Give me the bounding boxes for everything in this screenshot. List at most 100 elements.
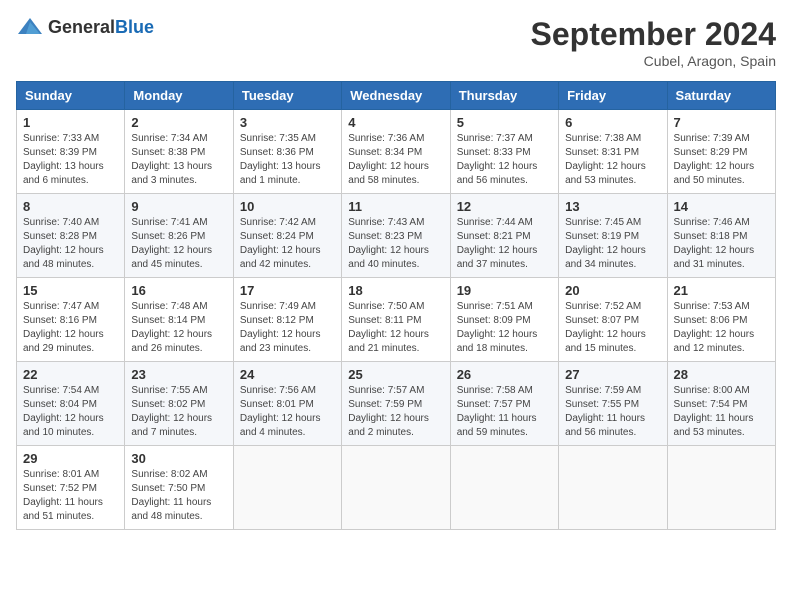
day-number: 27 bbox=[565, 367, 660, 382]
calendar-week-4: 22 Sunrise: 7:54 AM Sunset: 8:04 PM Dayli… bbox=[17, 362, 776, 446]
day-info: Sunrise: 7:55 AM Sunset: 8:02 PM Dayligh… bbox=[131, 384, 226, 440]
day-number: 8 bbox=[23, 199, 118, 214]
day-number: 21 bbox=[674, 283, 769, 298]
col-friday: Friday bbox=[559, 82, 667, 110]
col-thursday: Thursday bbox=[450, 82, 558, 110]
day-number: 28 bbox=[674, 367, 769, 382]
day-number: 25 bbox=[348, 367, 443, 382]
day-info: Sunrise: 7:33 AM Sunset: 8:39 PM Dayligh… bbox=[23, 132, 118, 188]
month-title: September 2024 bbox=[531, 16, 776, 53]
col-monday: Monday bbox=[125, 82, 233, 110]
day-info: Sunrise: 7:45 AM Sunset: 8:19 PM Dayligh… bbox=[565, 216, 660, 272]
calendar-week-3: 15 Sunrise: 7:47 AM Sunset: 8:16 PM Dayli… bbox=[17, 278, 776, 362]
day-info: Sunrise: 7:58 AM Sunset: 7:57 PM Dayligh… bbox=[457, 384, 552, 440]
day-info: Sunrise: 7:41 AM Sunset: 8:26 PM Dayligh… bbox=[131, 216, 226, 272]
col-sunday: Sunday bbox=[17, 82, 125, 110]
day-number: 11 bbox=[348, 199, 443, 214]
day-info: Sunrise: 8:01 AM Sunset: 7:52 PM Dayligh… bbox=[23, 468, 118, 524]
table-row: 9 Sunrise: 7:41 AM Sunset: 8:26 PM Daylig… bbox=[125, 194, 233, 278]
day-info: Sunrise: 7:43 AM Sunset: 8:23 PM Dayligh… bbox=[348, 216, 443, 272]
day-number: 23 bbox=[131, 367, 226, 382]
calendar-week-5: 29 Sunrise: 8:01 AM Sunset: 7:52 PM Dayli… bbox=[17, 446, 776, 530]
day-number: 14 bbox=[674, 199, 769, 214]
table-row: 13 Sunrise: 7:45 AM Sunset: 8:19 PM Dayli… bbox=[559, 194, 667, 278]
day-number: 19 bbox=[457, 283, 552, 298]
logo: GeneralBlue bbox=[16, 16, 154, 38]
day-info: Sunrise: 7:36 AM Sunset: 8:34 PM Dayligh… bbox=[348, 132, 443, 188]
day-number: 30 bbox=[131, 451, 226, 466]
table-row: 4 Sunrise: 7:36 AM Sunset: 8:34 PM Daylig… bbox=[342, 110, 450, 194]
table-row: 17Sunrise: 7:49 AM Sunset: 8:12 PM Dayli… bbox=[233, 278, 341, 362]
table-row bbox=[667, 446, 775, 530]
day-number: 4 bbox=[348, 115, 443, 130]
day-number: 29 bbox=[23, 451, 118, 466]
day-number: 2 bbox=[131, 115, 226, 130]
table-row: 8Sunrise: 7:40 AM Sunset: 8:28 PM Daylig… bbox=[17, 194, 125, 278]
logo-icon bbox=[16, 16, 44, 38]
day-info: Sunrise: 7:54 AM Sunset: 8:04 PM Dayligh… bbox=[23, 384, 118, 440]
table-row: 5 Sunrise: 7:37 AM Sunset: 8:33 PM Daylig… bbox=[450, 110, 558, 194]
table-row: 19 Sunrise: 7:51 AM Sunset: 8:09 PM Dayli… bbox=[450, 278, 558, 362]
table-row: 15 Sunrise: 7:47 AM Sunset: 8:16 PM Dayli… bbox=[17, 278, 125, 362]
table-row: 18 Sunrise: 7:50 AM Sunset: 8:11 PM Dayli… bbox=[342, 278, 450, 362]
title-area: September 2024 Cubel, Aragon, Spain bbox=[531, 16, 776, 69]
day-number: 10 bbox=[240, 199, 335, 214]
day-number: 16 bbox=[131, 283, 226, 298]
table-row: 1Sunrise: 7:33 AM Sunset: 8:39 PM Daylig… bbox=[17, 110, 125, 194]
logo-text: GeneralBlue bbox=[48, 17, 154, 38]
day-number: 22 bbox=[23, 367, 118, 382]
day-info: Sunrise: 7:46 AM Sunset: 8:18 PM Dayligh… bbox=[674, 216, 769, 272]
day-info: Sunrise: 7:56 AM Sunset: 8:01 PM Dayligh… bbox=[240, 384, 335, 440]
table-row: 2 Sunrise: 7:34 AM Sunset: 8:38 PM Daylig… bbox=[125, 110, 233, 194]
day-info: Sunrise: 7:52 AM Sunset: 8:07 PM Dayligh… bbox=[565, 300, 660, 356]
col-saturday: Saturday bbox=[667, 82, 775, 110]
table-row: 29 Sunrise: 8:01 AM Sunset: 7:52 PM Dayli… bbox=[17, 446, 125, 530]
day-info: Sunrise: 7:34 AM Sunset: 8:38 PM Dayligh… bbox=[131, 132, 226, 188]
day-number: 18 bbox=[348, 283, 443, 298]
day-number: 5 bbox=[457, 115, 552, 130]
table-row: 27 Sunrise: 7:59 AM Sunset: 7:55 PM Dayli… bbox=[559, 362, 667, 446]
day-number: 7 bbox=[674, 115, 769, 130]
day-info: Sunrise: 8:00 AM Sunset: 7:54 PM Dayligh… bbox=[674, 384, 769, 440]
day-number: 15 bbox=[23, 283, 118, 298]
day-info: Sunrise: 7:35 AM Sunset: 8:36 PM Dayligh… bbox=[240, 132, 335, 188]
day-number: 13 bbox=[565, 199, 660, 214]
calendar-table: Sunday Monday Tuesday Wednesday Thursday… bbox=[16, 81, 776, 530]
table-row bbox=[450, 446, 558, 530]
day-info: Sunrise: 7:59 AM Sunset: 7:55 PM Dayligh… bbox=[565, 384, 660, 440]
day-info: Sunrise: 7:38 AM Sunset: 8:31 PM Dayligh… bbox=[565, 132, 660, 188]
page-header: GeneralBlue September 2024 Cubel, Aragon… bbox=[16, 16, 776, 69]
day-number: 3 bbox=[240, 115, 335, 130]
day-info: Sunrise: 7:39 AM Sunset: 8:29 PM Dayligh… bbox=[674, 132, 769, 188]
day-number: 9 bbox=[131, 199, 226, 214]
col-tuesday: Tuesday bbox=[233, 82, 341, 110]
table-row: 22 Sunrise: 7:54 AM Sunset: 8:04 PM Dayli… bbox=[17, 362, 125, 446]
table-row: 14 Sunrise: 7:46 AM Sunset: 8:18 PM Dayli… bbox=[667, 194, 775, 278]
table-row: 6 Sunrise: 7:38 AM Sunset: 8:31 PM Daylig… bbox=[559, 110, 667, 194]
day-number: 20 bbox=[565, 283, 660, 298]
day-info: Sunrise: 7:44 AM Sunset: 8:21 PM Dayligh… bbox=[457, 216, 552, 272]
col-wednesday: Wednesday bbox=[342, 82, 450, 110]
day-info: Sunrise: 7:57 AM Sunset: 7:59 PM Dayligh… bbox=[348, 384, 443, 440]
table-row bbox=[342, 446, 450, 530]
day-info: Sunrise: 7:42 AM Sunset: 8:24 PM Dayligh… bbox=[240, 216, 335, 272]
day-info: Sunrise: 7:47 AM Sunset: 8:16 PM Dayligh… bbox=[23, 300, 118, 356]
table-row: 12 Sunrise: 7:44 AM Sunset: 8:21 PM Dayli… bbox=[450, 194, 558, 278]
day-number: 24 bbox=[240, 367, 335, 382]
day-info: Sunrise: 8:02 AM Sunset: 7:50 PM Dayligh… bbox=[131, 468, 226, 524]
logo-general: General bbox=[48, 17, 115, 37]
day-info: Sunrise: 7:48 AM Sunset: 8:14 PM Dayligh… bbox=[131, 300, 226, 356]
day-number: 6 bbox=[565, 115, 660, 130]
table-row: 3 Sunrise: 7:35 AM Sunset: 8:36 PM Daylig… bbox=[233, 110, 341, 194]
day-info: Sunrise: 7:37 AM Sunset: 8:33 PM Dayligh… bbox=[457, 132, 552, 188]
table-row: 28 Sunrise: 8:00 AM Sunset: 7:54 PM Dayli… bbox=[667, 362, 775, 446]
table-row: 16 Sunrise: 7:48 AM Sunset: 8:14 PM Dayli… bbox=[125, 278, 233, 362]
table-row: 25 Sunrise: 7:57 AM Sunset: 7:59 PM Dayli… bbox=[342, 362, 450, 446]
day-number: 12 bbox=[457, 199, 552, 214]
logo-blue: Blue bbox=[115, 17, 154, 37]
table-row bbox=[559, 446, 667, 530]
day-info: Sunrise: 7:49 AM Sunset: 8:12 PM Dayligh… bbox=[240, 300, 335, 356]
table-row: 7 Sunrise: 7:39 AM Sunset: 8:29 PM Daylig… bbox=[667, 110, 775, 194]
day-info: Sunrise: 7:50 AM Sunset: 8:11 PM Dayligh… bbox=[348, 300, 443, 356]
day-info: Sunrise: 7:51 AM Sunset: 8:09 PM Dayligh… bbox=[457, 300, 552, 356]
